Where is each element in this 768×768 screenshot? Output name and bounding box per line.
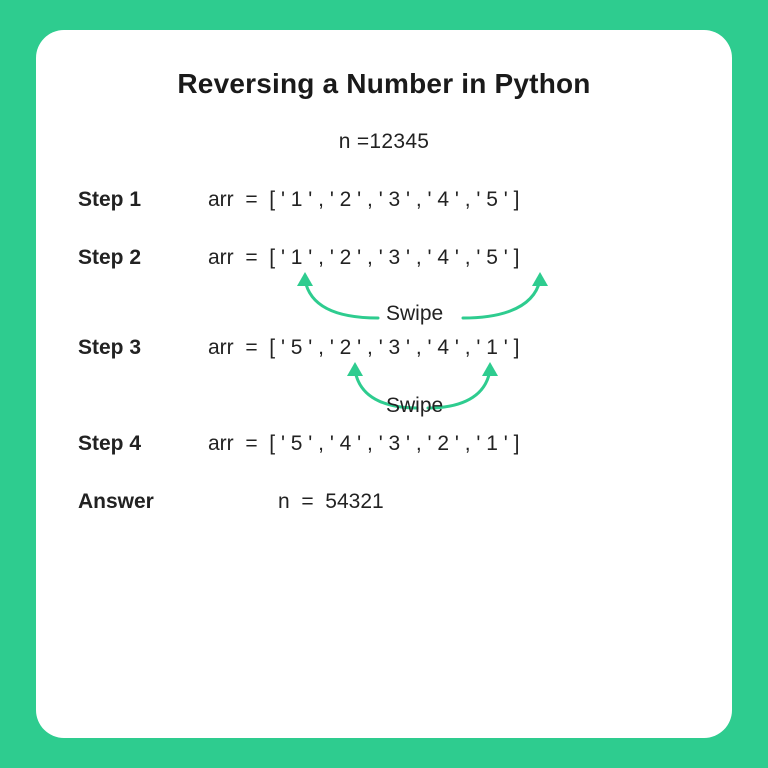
answer-label: Answer	[78, 490, 208, 514]
step-3-row: Step 3 arr = [ ' 5 ' , ' 2 ' , ' 3 ' , '…	[78, 336, 690, 360]
page-title: Reversing a Number in Python	[78, 68, 690, 100]
step-1-row: Step 1 arr = [ ' 1 ' , ' 2 ' , ' 3 ' , '…	[78, 188, 690, 212]
step-2-row: Step 2 arr = [ ' 1 ' , ' 2 ' , ' 3 ' , '…	[78, 246, 690, 270]
initial-var: n =	[339, 130, 370, 154]
step-3-label: Step 3	[78, 336, 208, 360]
swipe-label-2: Swipe	[386, 302, 443, 326]
answer-row: Answer n = 54321	[78, 490, 690, 514]
initial-line: n = 12345	[78, 130, 690, 154]
step-3-expr: arr = [ ' 5 ' , ' 2 ' , ' 3 ' , ' 4 ' , …	[208, 336, 519, 360]
step-1-expr: arr = [ ' 1 ' , ' 2 ' , ' 3 ' , ' 4 ' , …	[208, 188, 519, 212]
step-4-expr: arr = [ ' 5 ' , ' 4 ' , ' 3 ' , ' 2 ' , …	[208, 432, 519, 456]
initial-value: 12345	[369, 130, 429, 154]
step-1-label: Step 1	[78, 188, 208, 212]
step-4-row: Step 4 arr = [ ' 5 ' , ' 4 ' , ' 3 ' , '…	[78, 432, 690, 456]
diagram-card: Reversing a Number in Python n = 12345 S…	[36, 30, 732, 738]
swipe-label-3: Swipe	[386, 394, 443, 418]
step-2-label: Step 2	[78, 246, 208, 270]
step-4-label: Step 4	[78, 432, 208, 456]
answer-expr: n = 54321	[278, 490, 384, 514]
step-2-expr: arr = [ ' 1 ' , ' 2 ' , ' 3 ' , ' 4 ' , …	[208, 246, 519, 270]
swipe-arrow-right-icon	[458, 270, 578, 330]
